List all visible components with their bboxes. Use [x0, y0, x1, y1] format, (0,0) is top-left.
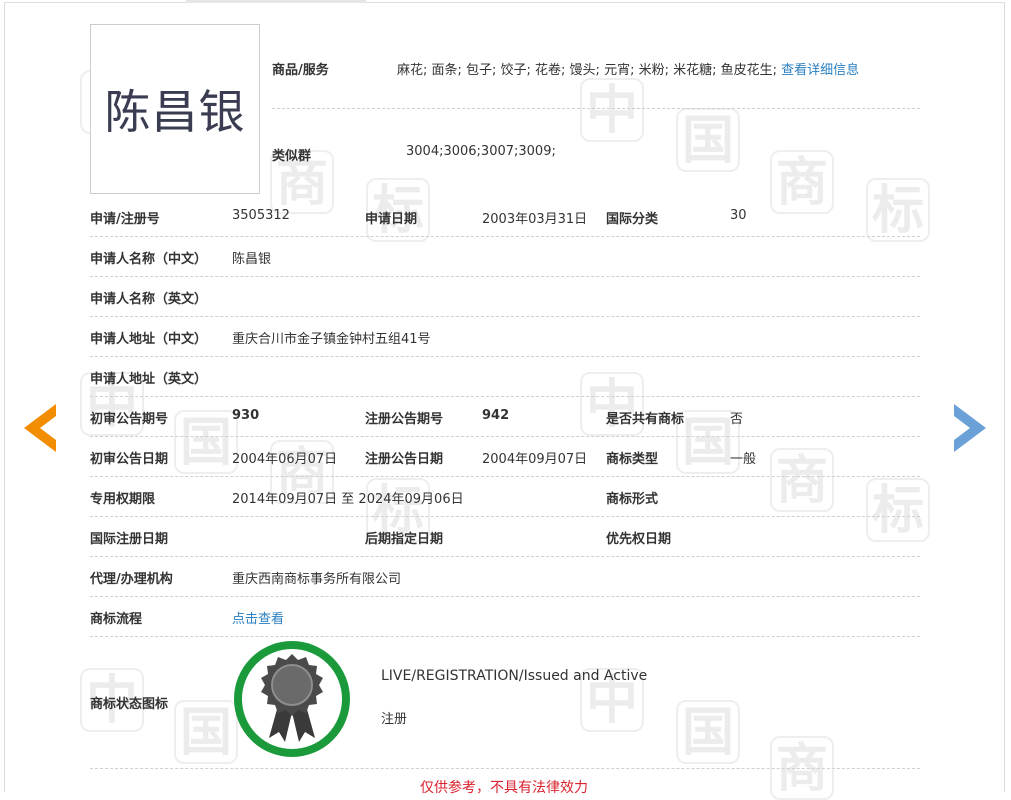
prelim-date-label: 初审公告日期 — [90, 452, 169, 467]
detail-row-applicant-name-cn: 申请人名称（中文） 陈昌银 — [90, 236, 920, 277]
arrow-left-icon — [24, 404, 56, 452]
tab-underline — [186, 0, 366, 3]
detail-row-intl-dates: 国际注册日期 后期指定日期 优先权日期 — [90, 516, 920, 557]
detail-row-announcement-date: 初审公告日期 2004年06月07日 注册公告日期 2004年09月07日 商标… — [90, 436, 920, 477]
agency-value: 重庆西南商标事务所有限公司 — [232, 572, 402, 587]
detail-row-announcement-issue: 初审公告期号 930 注册公告期号 942 是否共有商标 否 — [90, 396, 920, 437]
mark-type-label: 商标类型 — [606, 452, 659, 467]
reg-issue-label: 注册公告期号 — [365, 412, 444, 427]
status-text-en: LIVE/REGISTRATION/Issued and Active — [381, 668, 648, 684]
arrow-right-icon — [954, 404, 986, 452]
detail-row-agency: 代理/办理机构 重庆西南商标事务所有限公司 — [90, 556, 920, 597]
detail-row-application-number: 申请/注册号 3505312 申请日期 2003年03月31日 国际分类 30 — [90, 196, 920, 237]
intl-class-value: 30 — [730, 208, 747, 223]
applicant-address-en-label: 申请人地址（英文） — [90, 372, 208, 387]
goods-value: 麻花; 面条; 包子; 饺子; 花卷; 馒头; 元宵; 米粉; 米花糖; 鱼皮花… — [397, 59, 859, 78]
award-ribbon-icon — [234, 641, 350, 757]
application-date-value: 2003年03月31日 — [482, 212, 588, 227]
application-number-label: 申请/注册号 — [90, 212, 160, 227]
applicant-name-cn-label: 申请人名称（中文） — [90, 252, 208, 267]
goods-label: 商品/服务 — [272, 63, 329, 78]
intl-class-label: 国际分类 — [606, 212, 659, 227]
trademark-logo-text: 陈昌银 — [104, 85, 246, 139]
reg-date-label: 注册公告日期 — [365, 452, 444, 467]
status-text-cn: 注册 — [381, 712, 408, 727]
later-designation-label: 后期指定日期 — [365, 532, 444, 547]
prev-arrow-button[interactable] — [24, 404, 58, 452]
detail-row-applicant-address-cn: 申请人地址（中文） 重庆合川市金子镇金钟村五组41号 — [90, 316, 920, 357]
shared-mark-value: 否 — [730, 412, 744, 427]
status-icon-row: 商标状态图标 LIVE/REGISTRATION/Issued and Acti… — [90, 636, 920, 769]
detail-row-process: 商标流程 点击查看 — [90, 596, 920, 637]
applicant-address-cn-value: 重庆合川市金子镇金钟村五组41号 — [232, 332, 431, 347]
detail-row-applicant-address-en: 申请人地址（英文） — [90, 356, 920, 397]
mark-type-value: 一般 — [730, 452, 757, 467]
similar-group-label: 类似群 — [272, 149, 312, 164]
intl-reg-date-label: 国际注册日期 — [90, 532, 169, 547]
applicant-name-cn-value: 陈昌银 — [232, 252, 272, 267]
reg-date-value: 2004年09月07日 — [482, 452, 588, 467]
reg-issue-value: 942 — [482, 408, 510, 423]
agency-label: 代理/办理机构 — [90, 572, 173, 587]
mark-form-label: 商标形式 — [606, 492, 659, 507]
exclusive-period-label: 专用权期限 — [90, 492, 156, 507]
prelim-issue-value: 930 — [232, 408, 260, 423]
similar-group-row: 类似群 3004;3006;3007;3009; — [272, 108, 920, 194]
prelim-date-value: 2004年06月07日 — [232, 452, 338, 467]
shared-mark-label: 是否共有商标 — [606, 412, 685, 427]
process-label: 商标流程 — [90, 612, 143, 627]
detail-row-exclusive-period: 专用权期限 2014年09月07日 至 2024年09月06日 商标形式 — [90, 476, 920, 517]
goods-list: 麻花; 面条; 包子; 饺子; 花卷; 馒头; 元宵; 米粉; 米花糖; 鱼皮花… — [397, 63, 777, 78]
similar-group-value: 3004;3006;3007;3009; — [406, 144, 556, 159]
applicant-name-en-label: 申请人名称（英文） — [90, 292, 208, 307]
prelim-issue-label: 初审公告期号 — [90, 412, 169, 427]
application-date-label: 申请日期 — [365, 212, 418, 227]
priority-date-label: 优先权日期 — [606, 532, 672, 547]
applicant-address-cn-label: 申请人地址（中文） — [90, 332, 208, 347]
detail-row-applicant-name-en: 申请人名称（英文） — [90, 276, 920, 317]
status-icon-label: 商标状态图标 — [90, 697, 169, 712]
goods-detail-link[interactable]: 查看详细信息 — [781, 63, 859, 78]
next-arrow-button[interactable] — [952, 404, 986, 452]
trademark-image: 陈昌银 — [90, 24, 260, 194]
application-number-value: 3505312 — [232, 208, 290, 223]
process-view-link[interactable]: 点击查看 — [232, 608, 284, 627]
disclaimer-text: 仅供参考，不具有法律效力 — [420, 780, 588, 796]
exclusive-period-value: 2014年09月07日 至 2024年09月06日 — [232, 492, 464, 507]
goods-services-row: 商品/服务 麻花; 面条; 包子; 饺子; 花卷; 馒头; 元宵; 米粉; 米花… — [272, 24, 920, 109]
